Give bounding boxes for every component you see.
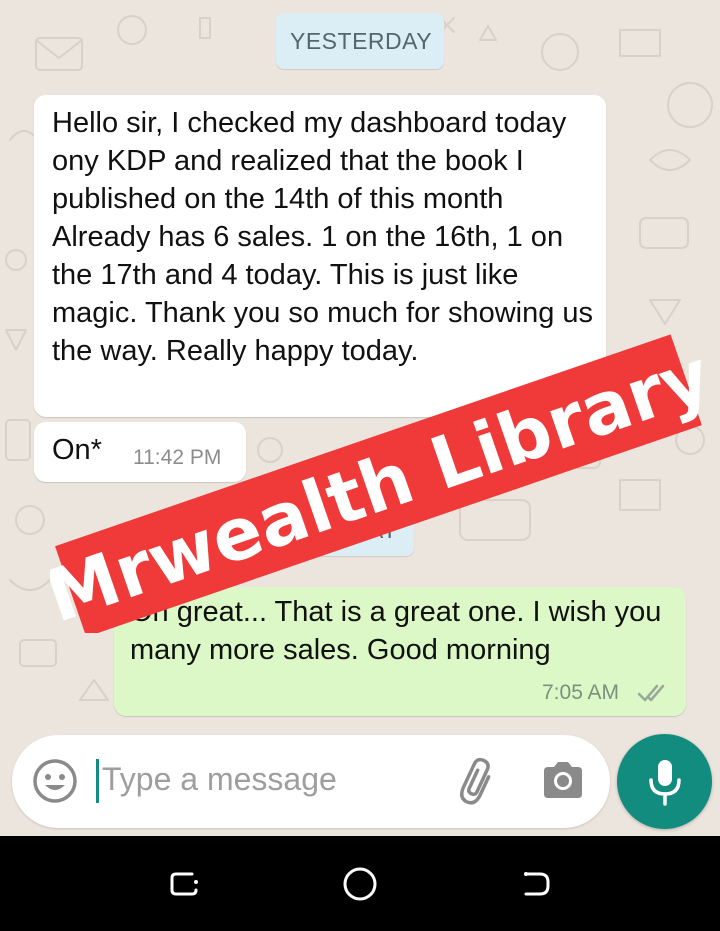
message-text: Hello sir, I checked my dashboard today … <box>52 107 594 367</box>
camera-icon[interactable] <box>540 759 586 801</box>
watermark-banner: Mrwealth Library <box>50 333 705 633</box>
watermark-text: Mrwealth Library <box>50 333 705 633</box>
read-ticks-icon <box>637 684 665 702</box>
message-input[interactable]: Type a message <box>102 761 337 798</box>
paperclip-icon[interactable] <box>452 755 502 805</box>
emoji-icon[interactable] <box>32 758 78 804</box>
home-icon[interactable] <box>340 864 380 904</box>
message-time: 7:05 AM <box>542 681 620 704</box>
recents-icon[interactable] <box>166 866 202 902</box>
system-navigation-bar <box>0 836 720 931</box>
microphone-button[interactable] <box>617 734 712 829</box>
microphone-icon <box>649 760 681 806</box>
text-caret <box>96 759 99 803</box>
date-chip-yesterday: YESTERDAY <box>276 13 444 69</box>
back-icon[interactable] <box>518 866 554 902</box>
message-input-bar[interactable]: Type a message <box>12 735 610 828</box>
chat-background: YESTERDAY TODAY Hello sir, I checked my … <box>0 0 720 836</box>
